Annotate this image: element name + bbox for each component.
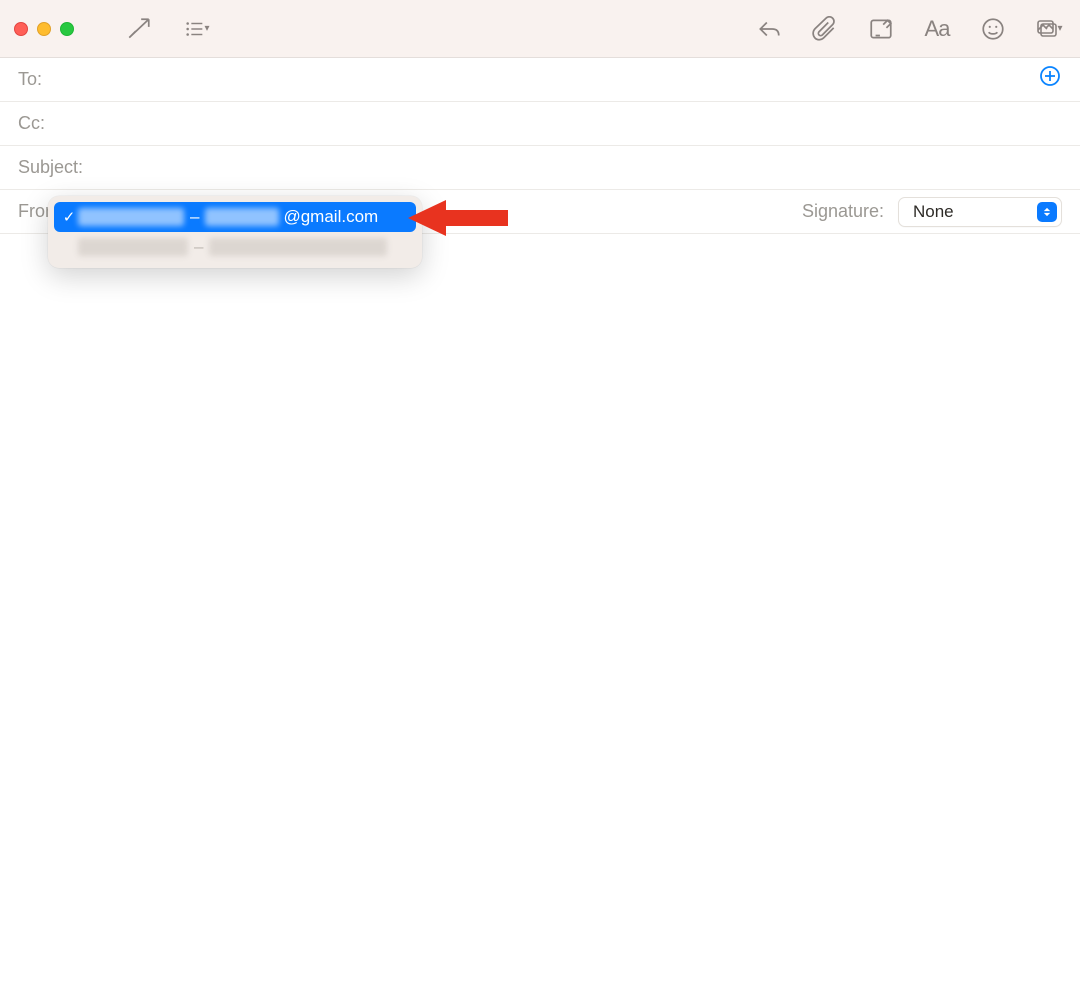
cc-label: Cc: — [18, 113, 45, 134]
format-icon[interactable]: Aa — [918, 10, 956, 48]
chevron-down-icon: ▾ — [1057, 23, 1062, 34]
from-account-option[interactable]: – — [54, 232, 416, 262]
window-traffic-lights — [14, 22, 74, 36]
reply-icon[interactable] — [750, 10, 788, 48]
send-icon[interactable] — [120, 10, 158, 48]
zoom-window-button[interactable] — [60, 22, 74, 36]
message-body[interactable] — [0, 234, 1080, 934]
chevron-down-icon: ▾ — [204, 23, 209, 34]
from-account-visible-suffix: @gmail.com — [283, 207, 378, 227]
markup-icon[interactable] — [862, 10, 900, 48]
emoji-icon[interactable] — [974, 10, 1012, 48]
toolbar-left-group: ▾ — [120, 10, 216, 48]
cc-row: Cc: — [0, 102, 1080, 146]
minimize-window-button[interactable] — [37, 22, 51, 36]
attach-icon[interactable] — [806, 10, 844, 48]
to-row: To: — [0, 58, 1080, 102]
from-account-dropdown: ✓ – @gmail.com – — [48, 196, 422, 268]
select-stepper-icon — [1037, 202, 1057, 222]
check-icon: ✓ — [60, 208, 78, 226]
signature-select[interactable]: None — [898, 197, 1062, 227]
subject-label: Subject: — [18, 157, 83, 178]
to-label: To: — [18, 69, 42, 90]
signature-value: None — [913, 202, 954, 222]
close-window-button[interactable] — [14, 22, 28, 36]
from-account-option-selected[interactable]: ✓ – @gmail.com — [54, 202, 416, 232]
add-recipient-icon[interactable] — [1038, 64, 1062, 95]
titlebar: ▾ Aa ▾ — [0, 0, 1080, 58]
header-list-icon[interactable]: ▾ — [178, 10, 216, 48]
photos-icon[interactable]: ▾ — [1030, 10, 1068, 48]
signature-label: Signature: — [802, 201, 884, 222]
toolbar-right-group: Aa ▾ — [750, 10, 1068, 48]
subject-row: Subject: — [0, 146, 1080, 190]
